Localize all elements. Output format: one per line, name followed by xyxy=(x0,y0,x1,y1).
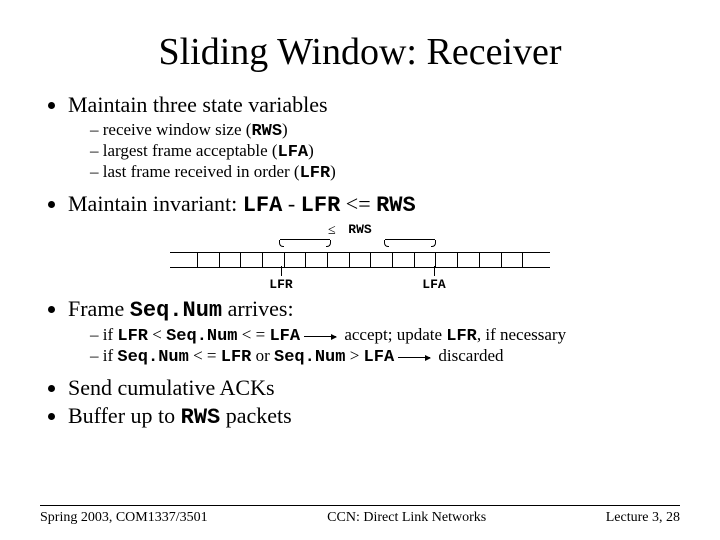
footer-right: Lecture 3, 28 xyxy=(606,510,680,526)
bullet-list-2: Frame Seq.Num arrives: if LFR < Seq.Num … xyxy=(40,296,680,430)
lfr-label: LFR xyxy=(269,277,292,292)
arrow-icon xyxy=(398,357,430,358)
bullet-3-sub-2: if Seq.Num < = LFR or Seq.Num > LFA disc… xyxy=(90,346,680,367)
footer-center: CCN: Direct Link Networks xyxy=(327,510,486,526)
bullet-1: Maintain three state variables receive w… xyxy=(68,92,680,183)
bullet-3: Frame Seq.Num arrives: if LFR < Seq.Num … xyxy=(68,296,680,367)
bullet-4: Send cumulative ACKs xyxy=(68,375,680,401)
rws-label: RWS xyxy=(348,222,371,237)
lfa-label: LFA xyxy=(422,277,445,292)
footer-left: Spring 2003, COM1337/3501 xyxy=(40,510,208,526)
bullet-1-sub-3: last frame received in order (LFR) xyxy=(90,162,680,183)
footer: Spring 2003, COM1337/3501 CCN: Direct Li… xyxy=(40,505,680,526)
window-diagram: ≤ RWS LFR LFA xyxy=(170,224,550,294)
bullet-1-sub-2: largest frame acceptable (LFA) xyxy=(90,141,680,162)
lfr-pointer xyxy=(281,266,282,276)
bracket-left xyxy=(280,239,330,250)
slide-title: Sliding Window: Receiver xyxy=(40,30,680,74)
leq-symbol: ≤ xyxy=(328,223,336,239)
arrow-icon xyxy=(304,336,336,337)
lfa-pointer xyxy=(434,266,435,276)
bracket-right xyxy=(385,239,435,250)
frame-strip xyxy=(170,252,550,268)
slide: Sliding Window: Receiver Maintain three … xyxy=(0,0,720,540)
bullet-2: Maintain invariant: LFA - LFR <= RWS xyxy=(68,191,680,218)
bullet-3-sub-1: if LFR < Seq.Num < = LFA accept; update … xyxy=(90,325,680,346)
bullet-1-sub-1: receive window size (RWS) xyxy=(90,120,680,141)
bullet-5: Buffer up to RWS packets xyxy=(68,403,680,430)
bullet-list: Maintain three state variables receive w… xyxy=(40,92,680,218)
